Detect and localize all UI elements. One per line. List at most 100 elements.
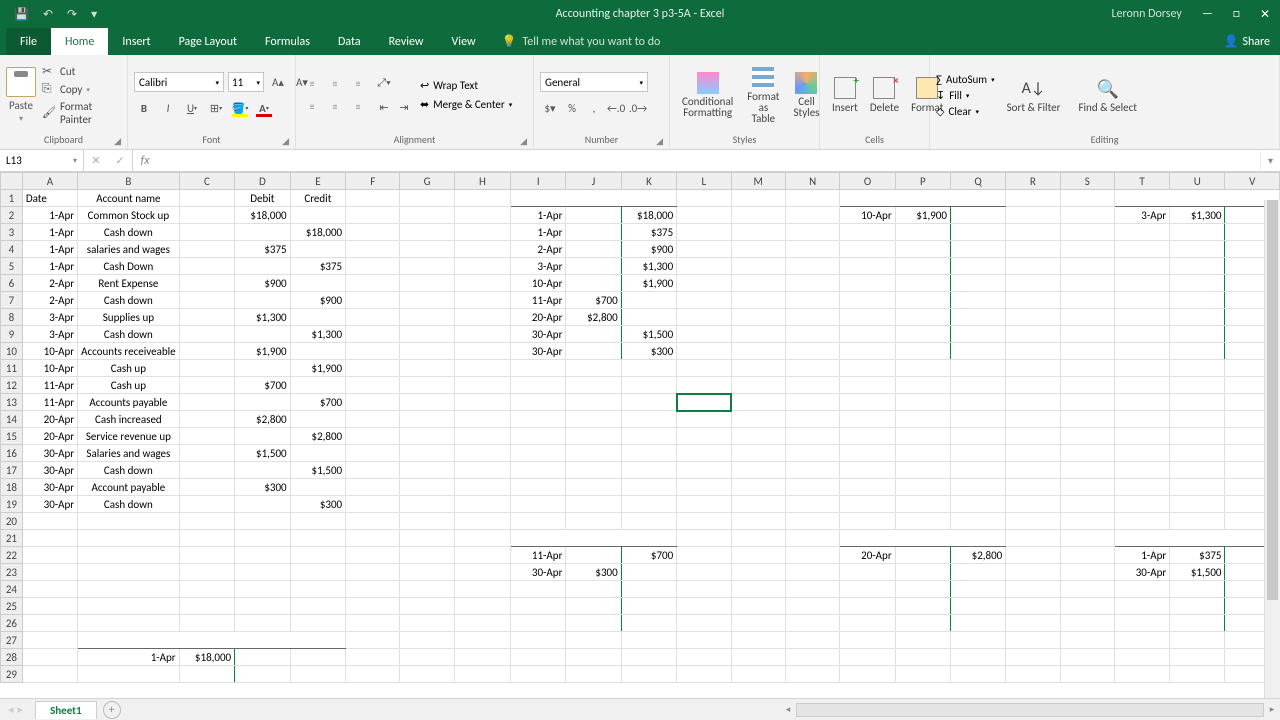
cell-G21[interactable] [400, 530, 454, 547]
cell-H11[interactable] [454, 360, 510, 377]
cell-F27[interactable] [346, 632, 400, 649]
cell-U23[interactable]: $1,500 [1170, 564, 1225, 581]
alignment-launcher[interactable]: ◢ [520, 136, 527, 147]
cell-S25[interactable] [1060, 598, 1114, 615]
cell-A20[interactable] [22, 513, 77, 530]
cell-I21[interactable] [511, 530, 677, 547]
horizontal-scrollbar[interactable]: ◂▸ [780, 702, 1280, 718]
cell-I13[interactable] [511, 394, 566, 411]
cell-B2[interactable]: Common Stock up [78, 207, 180, 224]
tab-home[interactable]: Home [51, 28, 108, 55]
cell-J3[interactable] [566, 224, 621, 241]
cell-A9[interactable]: 3-Apr [22, 326, 77, 343]
cell-F8[interactable] [346, 309, 400, 326]
find-select-button[interactable]: 🔍Find & Select [1072, 74, 1142, 117]
cell-Q24[interactable] [950, 581, 1005, 598]
cell-Q20[interactable] [950, 513, 1005, 530]
cell-E10[interactable] [290, 343, 346, 360]
cell-F28[interactable] [346, 649, 400, 666]
cell-T6[interactable] [1114, 275, 1169, 292]
cell-P23[interactable] [895, 564, 950, 581]
cell-Q12[interactable] [950, 377, 1005, 394]
cell-H18[interactable] [454, 479, 510, 496]
cell-C6[interactable] [179, 275, 235, 292]
cell-I24[interactable] [511, 581, 566, 598]
cell-F5[interactable] [346, 258, 400, 275]
cell-A5[interactable]: 1-Apr [22, 258, 77, 275]
cell-A19[interactable]: 30-Apr [22, 496, 77, 513]
cell-Q14[interactable] [950, 411, 1005, 428]
cell-O2[interactable]: 10-Apr [840, 207, 895, 224]
cell-T9[interactable] [1114, 326, 1169, 343]
col-header-E[interactable]: E [290, 173, 346, 190]
cell-I25[interactable] [511, 598, 566, 615]
row-header-22[interactable]: 22 [1, 547, 23, 564]
cell-G3[interactable] [400, 224, 454, 241]
cell-Q8[interactable] [950, 309, 1005, 326]
cell-H8[interactable] [454, 309, 510, 326]
vertical-scrollbar[interactable] [1264, 200, 1280, 698]
cell-R10[interactable] [1006, 343, 1060, 360]
cell-B15[interactable]: Service revenue up [78, 428, 180, 445]
cell-L1[interactable] [677, 190, 731, 207]
cell-D6[interactable]: $900 [235, 275, 291, 292]
cell-M2[interactable] [731, 207, 785, 224]
select-all-corner[interactable] [1, 173, 23, 190]
cell-H24[interactable] [454, 581, 510, 598]
cell-N12[interactable] [785, 377, 839, 394]
col-header-A[interactable]: A [22, 173, 77, 190]
cell-R15[interactable] [1006, 428, 1060, 445]
row-header-28[interactable]: 28 [1, 649, 23, 666]
cell-O12[interactable] [840, 377, 895, 394]
cell-I17[interactable] [511, 462, 566, 479]
cell-C1[interactable] [179, 190, 235, 207]
row-header-26[interactable]: 26 [1, 615, 23, 632]
cell-H27[interactable] [454, 632, 510, 649]
cell-M5[interactable] [731, 258, 785, 275]
cell-C23[interactable] [179, 564, 235, 581]
italic-button[interactable]: I [158, 98, 178, 118]
cell-G22[interactable] [400, 547, 454, 564]
cell-L28[interactable] [677, 649, 731, 666]
cell-P5[interactable] [895, 258, 950, 275]
cell-E1[interactable]: Credit [290, 190, 346, 207]
cell-A1[interactable]: Date [22, 190, 77, 207]
cell-M24[interactable] [731, 581, 785, 598]
col-header-K[interactable]: K [621, 173, 677, 190]
font-color-button[interactable]: A▾ [254, 98, 274, 118]
cell-K28[interactable] [621, 649, 677, 666]
col-header-J[interactable]: J [566, 173, 621, 190]
cell-J11[interactable] [566, 360, 621, 377]
cell-P8[interactable] [895, 309, 950, 326]
row-header-2[interactable]: 2 [1, 207, 23, 224]
col-header-T[interactable]: T [1114, 173, 1169, 190]
col-header-D[interactable]: D [235, 173, 291, 190]
cell-R29[interactable] [1006, 666, 1060, 683]
cell-T5[interactable] [1114, 258, 1169, 275]
row-header-24[interactable]: 24 [1, 581, 23, 598]
cell-R13[interactable] [1006, 394, 1060, 411]
cell-T27[interactable] [1114, 632, 1169, 649]
cell-M10[interactable] [731, 343, 785, 360]
cell-F10[interactable] [346, 343, 400, 360]
spreadsheet-grid[interactable]: ABCDEFGHIJKLMNOPQRSTUV1DateAccount nameD… [0, 172, 1280, 690]
cell-J20[interactable] [566, 513, 621, 530]
cell-E8[interactable] [290, 309, 346, 326]
cell-N5[interactable] [785, 258, 839, 275]
cell-H9[interactable] [454, 326, 510, 343]
cell-E7[interactable]: $900 [290, 292, 346, 309]
align-left-button[interactable]: ≡ [302, 97, 322, 117]
cell-F26[interactable] [346, 615, 400, 632]
cell-B10[interactable]: Accounts receiveable [78, 343, 180, 360]
cell-A10[interactable]: 10-Apr [22, 343, 77, 360]
cell-S7[interactable] [1060, 292, 1114, 309]
cell-I2[interactable]: 1-Apr [511, 207, 566, 224]
cell-I11[interactable] [511, 360, 566, 377]
cell-O13[interactable] [840, 394, 895, 411]
cell-J29[interactable] [566, 666, 621, 683]
cell-I7[interactable]: 11-Apr [511, 292, 566, 309]
cell-D1[interactable]: Debit [235, 190, 291, 207]
cell-A24[interactable] [22, 581, 77, 598]
cell-Q16[interactable] [950, 445, 1005, 462]
cell-M8[interactable] [731, 309, 785, 326]
